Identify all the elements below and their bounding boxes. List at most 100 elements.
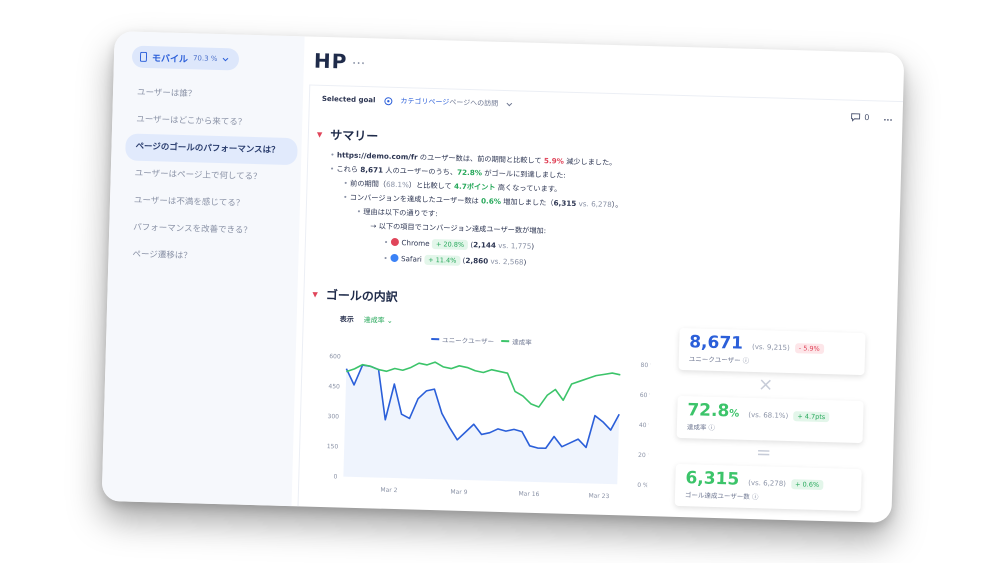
previous-rate: 68.1% <box>385 179 410 190</box>
more-options-icon[interactable]: ... <box>352 52 366 68</box>
info-icon[interactable]: ⓘ <box>708 424 715 432</box>
display-label: 表示 <box>339 315 354 324</box>
device-share: 70.3 % <box>192 54 218 63</box>
comment-icon <box>850 113 860 122</box>
legend-label: ユニークユーザー <box>442 336 494 345</box>
y-tick-right: 20 % <box>638 452 651 459</box>
caret-down-icon: ▼ <box>312 290 318 299</box>
browser-name: Safari <box>400 254 422 264</box>
browser-change: + 20.8% <box>431 239 469 251</box>
converted-previous: vs. 6,278 <box>576 199 612 210</box>
chevron-down-icon <box>506 102 513 106</box>
comment-count: 0 <box>864 113 870 123</box>
summary-text: ）と比較して <box>408 180 455 191</box>
goal-label: Selected goal <box>321 94 376 105</box>
summary-text: 人のユーザーのうち、 <box>382 165 458 177</box>
area-fill-users <box>343 365 620 485</box>
summary-text: 高くなっています。 <box>495 182 562 194</box>
kpi-change: - 5.9% <box>794 343 824 354</box>
comment-button[interactable]: 0 <box>850 113 870 123</box>
users-change: 5.9% <box>543 156 564 166</box>
display-control: 表示 達成率 ⌄ <box>340 314 393 325</box>
users-count: 8,671 <box>360 164 384 175</box>
summary-text: のユーザー数は、前の期間と比較して <box>417 152 545 166</box>
x-tick: Mar 23 <box>588 492 609 500</box>
y-tick-right: 0 % <box>637 482 649 489</box>
summary-heading[interactable]: ▼ サマリー <box>317 126 379 145</box>
info-icon[interactable]: ⓘ <box>743 357 750 365</box>
equals-icon: = <box>755 442 772 464</box>
kpi-label: ゴール達成ユーザー数 <box>684 491 750 501</box>
kpi-previous: (vs. 9,215) <box>751 342 790 353</box>
y-tick-right: 80 % <box>640 362 651 369</box>
breakdown-title: ゴールの内訳 <box>325 288 399 305</box>
kpi-value: 8,671 <box>688 332 744 354</box>
y-tick-right: 60 % <box>640 392 652 399</box>
display-value: 達成率 <box>363 316 385 325</box>
y-tick-right: 40 % <box>639 422 652 429</box>
series-line-rate <box>346 361 621 408</box>
y-tick-left: 0 <box>333 473 337 480</box>
device-selector[interactable]: モバイル 70.3 % <box>131 45 240 71</box>
points-change: 4.7ポイント <box>453 181 496 192</box>
summary-url: https://demo.com/fr <box>336 150 418 162</box>
goal-selector[interactable]: Selected goal カテゴリページページへの訪問 <box>322 94 514 109</box>
info-icon[interactable]: ⓘ <box>752 493 759 501</box>
summary-text: がゴールに到達しました: <box>481 168 566 180</box>
kpi-unit: % <box>729 408 740 420</box>
converted-count: 6,315 <box>553 198 577 209</box>
browser-change: + 11.4% <box>424 254 461 266</box>
target-icon <box>383 96 392 105</box>
summary-text: これら <box>336 164 361 174</box>
x-tick: Mar 2 <box>380 487 397 494</box>
kpi-previous: (vs. 68.1%) <box>748 410 789 421</box>
kpi-value: 6,315 <box>685 468 740 490</box>
kpi-value: 72.8 <box>687 400 730 422</box>
browser-count: 2,860 <box>465 255 489 266</box>
breakdown-heading[interactable]: ▼ ゴールの内訳 <box>312 286 398 305</box>
kpi-card-converted: 6,315 (vs. 6,278) + 0.6% ゴール達成ユーザー数 ⓘ <box>674 463 862 512</box>
chrome-icon <box>390 237 399 247</box>
y-tick-left: 600 <box>329 353 341 360</box>
goal-value: カテゴリページ <box>400 97 450 107</box>
page-title: HP <box>313 48 348 74</box>
display-select[interactable]: 達成率 ⌄ <box>364 315 393 326</box>
panel-more-icon[interactable]: ... <box>883 114 892 123</box>
summary-text: 減少しました。 <box>563 156 617 168</box>
analysis-panel: Selected goal カテゴリページページへの訪問 0 ... ▼ サマリ… <box>297 84 904 523</box>
panel-tools: 0 ... <box>850 113 893 123</box>
summary-text: ）。 <box>611 200 623 210</box>
x-tick: Mar 9 <box>450 489 467 496</box>
caret-down-icon: ▼ <box>316 130 323 139</box>
y-tick-left: 150 <box>327 443 339 450</box>
browser-count: 2,144 <box>473 240 497 250</box>
kpi-card-rate: 72.8% (vs. 68.1%) + 4.7pts 達成率 ⓘ <box>676 395 864 444</box>
kpi-previous: (vs. 6,278) <box>748 478 787 488</box>
app-window: モバイル 70.3 % ユーザーは誰？ ユーザーはどこから来てる？ ページのゴー… <box>101 31 905 523</box>
main-area: HP ... Selected goal カテゴリページページへの訪問 0 ..… <box>297 37 905 523</box>
kpi-label: ユニークユーザー <box>688 355 741 365</box>
sidebar-nav: ユーザーは誰？ ユーザーはどこから来てる？ ページのゴールのパフォーマンスは？ … <box>122 79 299 273</box>
summary-title: サマリー <box>330 128 379 144</box>
y-tick-left: 450 <box>328 383 340 390</box>
browser-name: Chrome <box>401 238 430 248</box>
summary-text: 前の期間（ <box>349 178 387 189</box>
browser-previous: vs. 2,568 <box>488 256 524 267</box>
summary-text: 増加しました（ <box>500 196 554 208</box>
line-chart: ユニークユーザー 達成率 600 450 300 150 0 80 % 60 % 40 % 20 %… <box>327 336 652 500</box>
converted-change: 0.6% <box>480 196 502 206</box>
chevron-down-icon <box>223 57 229 61</box>
kpi-label: 達成率 <box>686 423 707 432</box>
summary-body: • https://demo.com/fr のユーザー数は、前の期間と比較して … <box>327 148 624 272</box>
kpi-column: 8,671 (vs. 9,215) - 5.9% ユニークユーザー ⓘ × 72… <box>674 327 866 512</box>
conversion-rate: 72.8% <box>456 167 483 178</box>
kpi-card-users: 8,671 (vs. 9,215) - 5.9% ユニークユーザー ⓘ <box>678 327 866 376</box>
goal-suffix: ページへの訪問 <box>449 98 499 108</box>
sidebar-item-navigation[interactable]: ページ遷移は？ <box>122 241 295 273</box>
y-tick-left: 300 <box>327 413 339 420</box>
safari-icon <box>389 253 399 263</box>
sidebar: モバイル 70.3 % ユーザーは誰？ ユーザーはどこから来てる？ ページのゴー… <box>101 31 305 507</box>
kpi-change: + 4.7pts <box>793 411 830 423</box>
summary-text: 理由は以下の通りです: <box>363 207 438 219</box>
mobile-icon <box>139 51 148 62</box>
